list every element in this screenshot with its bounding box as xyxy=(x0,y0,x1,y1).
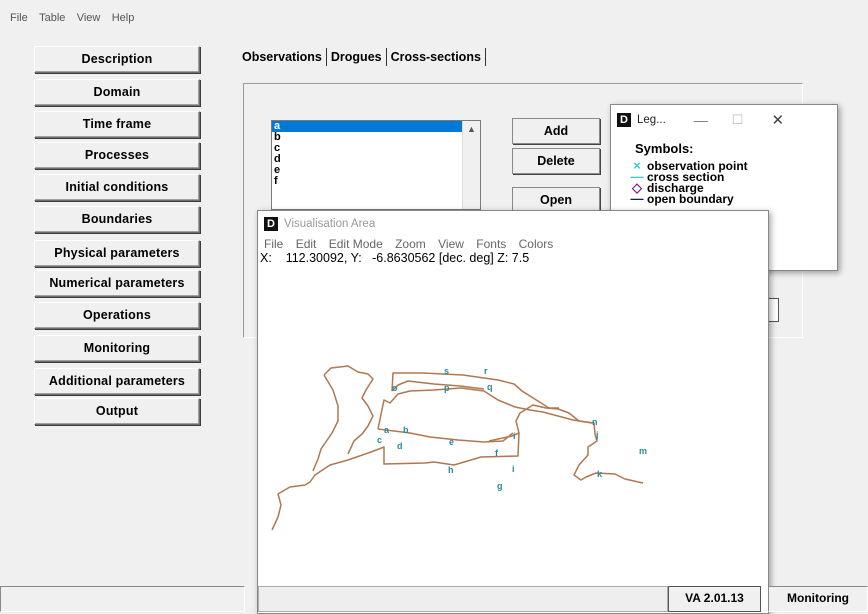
obs-point-n[interactable]: n xyxy=(592,417,598,427)
status-blank xyxy=(258,586,668,612)
nav-physical-parameters[interactable]: Physical parameters xyxy=(34,240,200,267)
tab-drogues[interactable]: Drogues xyxy=(327,50,386,64)
list-item[interactable]: f xyxy=(272,176,480,187)
nav-operations[interactable]: Operations xyxy=(34,302,200,329)
nav-monitoring[interactable]: Monitoring xyxy=(34,335,200,362)
legend-item: — open boundary xyxy=(627,191,837,206)
status-mode: Monitoring xyxy=(768,586,868,612)
tab-cross-sections[interactable]: Cross-sections xyxy=(387,50,485,64)
nav-output[interactable]: Output xyxy=(34,398,200,425)
obs-point-j[interactable]: j xyxy=(595,430,599,440)
obs-point-i[interactable]: i xyxy=(513,431,516,441)
tab-observations[interactable]: Observations xyxy=(238,50,326,64)
list-item[interactable]: d xyxy=(272,154,480,165)
nav-time-frame[interactable]: Time frame xyxy=(34,111,200,138)
minimize-icon[interactable]: — xyxy=(694,112,708,128)
list-item[interactable]: b xyxy=(272,132,480,143)
legend-list: × observation point — cross section ◇ di… xyxy=(627,158,837,206)
app-logo-icon: D xyxy=(264,217,278,231)
menu-help[interactable]: Help xyxy=(112,12,135,24)
app-logo-icon: D xyxy=(617,113,631,127)
obs-point-q[interactable]: q xyxy=(487,382,493,392)
obs-point-g[interactable]: g xyxy=(497,481,503,491)
nav-processes[interactable]: Processes xyxy=(34,142,200,169)
map-canvas[interactable]: s r o p q n a b c d e i j m f h i k g xyxy=(258,265,766,610)
obs-point-b[interactable]: b xyxy=(403,425,409,435)
list-item[interactable]: c xyxy=(272,143,480,154)
list-scrollbar[interactable]: ▲ xyxy=(462,121,480,209)
nav-boundaries[interactable]: Boundaries xyxy=(34,206,200,233)
obs-point-e[interactable]: e xyxy=(449,437,454,447)
coordinate-readout: X: 112.30092, Y: -6.8630562 [dec. deg] Z… xyxy=(260,251,530,265)
obs-point-o[interactable]: o xyxy=(392,383,398,393)
obs-point-r[interactable]: r xyxy=(484,366,488,376)
open-boundary-icon: — xyxy=(630,191,644,206)
list-item[interactable]: a xyxy=(272,121,480,132)
observation-list[interactable]: a b c d e f ▲ xyxy=(271,120,481,210)
nav-description[interactable]: Description xyxy=(34,46,200,73)
vis-menu-zoom[interactable]: Zoom xyxy=(395,237,426,251)
obs-point-m[interactable]: m xyxy=(639,446,647,456)
delete-button[interactable]: Delete xyxy=(512,148,600,174)
legend-heading: Symbols: xyxy=(635,141,694,156)
obs-point-s[interactable]: s xyxy=(444,366,449,376)
vis-menu-fonts[interactable]: Fonts xyxy=(476,237,506,251)
close-icon[interactable]: ✕ xyxy=(771,111,784,129)
scroll-up-icon[interactable]: ▲ xyxy=(463,121,480,137)
maximize-icon[interactable]: ☐ xyxy=(732,112,744,128)
menu-table[interactable]: Table xyxy=(39,12,65,24)
coastline-outline xyxy=(271,365,644,531)
menu-bar: File Table View Help xyxy=(10,10,142,24)
visualisation-window: D Visualisation Area File Edit Edit Mode… xyxy=(257,210,769,614)
nav-domain[interactable]: Domain xyxy=(34,79,200,106)
menu-view[interactable]: View xyxy=(77,12,101,24)
obs-point-i2[interactable]: i xyxy=(512,464,515,474)
obs-point-c[interactable]: c xyxy=(377,435,382,445)
obs-point-p[interactable]: p xyxy=(444,383,450,393)
observation-labels: s r o p q n a b c d e i j m f h i k g xyxy=(377,366,647,491)
nav-numerical-parameters[interactable]: Numerical parameters xyxy=(34,270,200,297)
legend-titlebar[interactable]: D Leg... — ☐ ✕ xyxy=(611,105,837,135)
status-left xyxy=(0,586,245,612)
menu-file[interactable]: File xyxy=(10,12,28,24)
nav-additional-parameters[interactable]: Additional parameters xyxy=(34,368,200,395)
legend-label: open boundary xyxy=(647,191,734,206)
vis-menu-edit-mode[interactable]: Edit Mode xyxy=(329,237,383,251)
vis-menu-edit[interactable]: Edit xyxy=(296,237,317,251)
add-button[interactable]: Add xyxy=(512,118,600,144)
legend-title: Leg... xyxy=(637,114,666,126)
obs-point-h[interactable]: h xyxy=(448,465,454,475)
vis-menu-view[interactable]: View xyxy=(438,237,464,251)
tab-divider xyxy=(484,48,486,66)
vis-title: Visualisation Area xyxy=(284,218,376,230)
nav-initial-conditions[interactable]: Initial conditions xyxy=(34,174,200,201)
version-label: VA 2.01.13 xyxy=(668,586,761,612)
vis-titlebar[interactable]: D Visualisation Area xyxy=(258,211,768,237)
obs-point-d[interactable]: d xyxy=(397,441,403,451)
vis-menu-colors[interactable]: Colors xyxy=(519,237,554,251)
vis-menu-bar: File Edit Edit Mode Zoom View Fonts Colo… xyxy=(258,237,768,251)
tab-bar: Observations Drogues Cross-sections xyxy=(238,46,486,68)
list-item[interactable]: e xyxy=(272,165,480,176)
vis-menu-file[interactable]: File xyxy=(264,237,283,251)
